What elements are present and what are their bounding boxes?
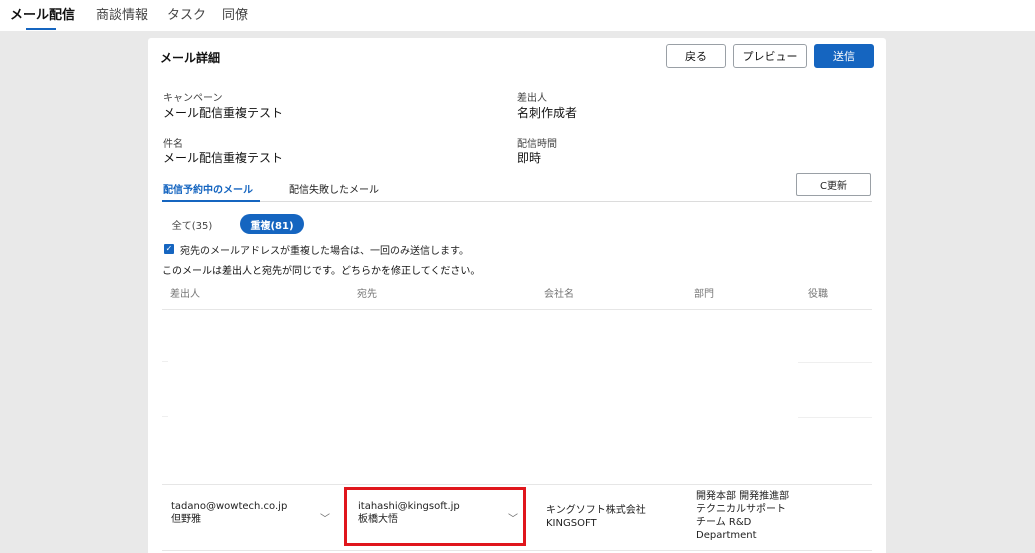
table-header-divider [162,309,872,310]
active-tab-indicator [26,28,56,30]
refresh-button[interactable]: C更新 [796,173,871,196]
back-button[interactable]: 戻る [666,44,726,68]
mail-detail-card: メール詳細 戻る プレビュー 送信 キャンペーン メール配信重複テスト 差出人 … [148,38,886,553]
filter-duplicate[interactable]: 重複(81) [240,214,304,234]
page-title: メール詳細 [160,51,221,65]
sender-email: tadano@wowtech.co.jp [171,501,288,512]
preview-button[interactable]: プレビュー [733,44,807,68]
column-header-company: 会社名 [544,289,574,300]
sender-label: 差出人 [517,93,547,104]
row-divider [798,417,872,418]
dedupe-label: 宛先のメールアドレスが重複した場合は、一回のみ送信します。 [180,246,469,257]
row-divider [798,362,872,363]
send-button[interactable]: 送信 [814,44,874,68]
chevron-down-icon[interactable]: ﹀ [320,510,330,525]
column-header-department: 部門 [694,289,714,300]
row-divider [162,416,168,417]
column-header-recipient: 宛先 [357,289,377,300]
subject-value: メール配信重複テスト [163,151,284,165]
column-header-sender: 差出人 [170,289,200,300]
tab-scheduled-mail[interactable]: 配信予約中のメール [163,181,253,196]
row-divider [162,550,872,551]
tab-colleagues[interactable]: 同僚 [222,4,248,23]
tab-failed-mail[interactable]: 配信失敗したメール [289,181,379,196]
delivery-time-label: 配信時間 [517,139,557,150]
filter-all[interactable]: 全て(35) [164,214,220,234]
recipient-highlight-box [344,487,526,546]
column-header-title: 役職 [808,289,828,300]
sender-value: 名刺作成者 [517,106,578,120]
delivery-time-value: 即時 [517,151,542,165]
same-sender-notice: このメールは差出人と宛先が同じです。どちらかを修正してください。 [162,266,481,277]
tab-tasks[interactable]: タスク [167,4,206,23]
subject-label: 件名 [163,139,183,150]
row-divider [162,484,872,485]
subtab-active-indicator [162,200,260,202]
dedupe-checkbox[interactable]: ✓ [164,244,174,254]
top-navigation: メール配信 商談情報 タスク 同僚 [0,0,1035,31]
sender-name: 但野雅 [171,514,201,525]
subtab-divider [162,201,872,202]
tab-mail-delivery[interactable]: メール配信 [10,4,75,23]
campaign-value: メール配信重複テスト [163,106,284,120]
tab-deals[interactable]: 商談情報 [96,4,148,23]
row-divider [162,361,168,362]
company-name: キングソフト株式会社 KINGSOFT [546,505,646,529]
campaign-label: キャンペーン [163,93,223,104]
department-name: 開発本部 開発推進部 テクニカルサポートチーム R&D Department [696,491,790,541]
